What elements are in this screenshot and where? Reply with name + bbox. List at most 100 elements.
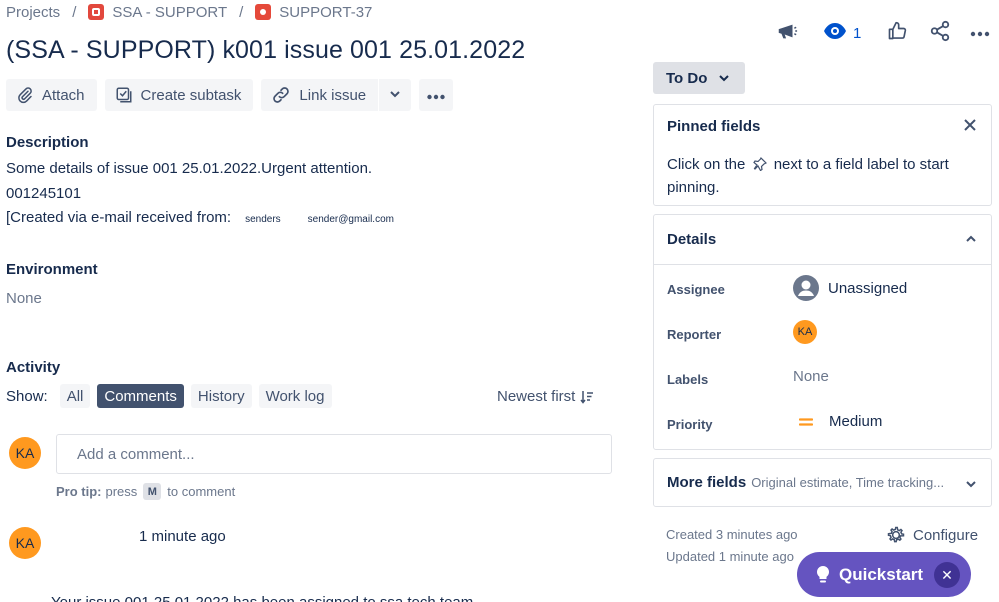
comment-timestamp[interactable]: 1 minute ago <box>139 528 226 545</box>
current-user-avatar: KA <box>9 437 41 469</box>
activity-label: Activity <box>6 359 61 376</box>
close-icon[interactable]: ✕ <box>934 562 960 588</box>
details-title: Details <box>667 231 717 248</box>
attach-button[interactable]: Attach <box>6 79 97 111</box>
pro-tip-press: press <box>105 484 138 499</box>
description-created-via: [Created via e-mail received from: <box>6 209 232 226</box>
breadcrumb-separator: / <box>72 3 77 21</box>
sort-order-button[interactable]: Newest first <box>497 388 594 405</box>
unassigned-avatar-icon <box>793 275 819 301</box>
priority-row[interactable]: Priority Medium <box>654 400 991 445</box>
pinned-fields-panel: Pinned fields Click on the next to a fie… <box>653 104 992 206</box>
status-label: To Do <box>666 69 708 87</box>
chevron-up-icon[interactable] <box>965 232 977 249</box>
labels-value[interactable]: None <box>793 368 829 385</box>
description-line-2[interactable]: 001245101 <box>6 185 81 202</box>
chevron-down-icon <box>718 72 730 84</box>
breadcrumb-project-link[interactable]: SSA - SUPPORT <box>112 4 227 21</box>
thumbs-up-icon <box>887 21 907 46</box>
issue-action-bar: Attach Create subtask Link issue <box>6 79 461 111</box>
priority-medium-icon <box>799 417 813 427</box>
more-icon <box>427 87 445 104</box>
chevron-down-icon <box>389 87 401 104</box>
labels-row[interactable]: Labels None <box>654 355 991 400</box>
breadcrumb-separator: / <box>239 3 244 21</box>
filter-comments[interactable]: Comments <box>97 384 184 408</box>
add-comment-input[interactable]: Add a comment... <box>56 434 612 474</box>
more-icon <box>970 24 990 42</box>
assignee-row[interactable]: Assignee Unassigned <box>654 265 991 310</box>
watch-button[interactable]: 1 <box>823 19 861 47</box>
breadcrumb: Projects / SSA - SUPPORT / SUPPORT-37 <box>6 3 372 21</box>
pro-tip-rest: to comment <box>167 484 236 499</box>
more-options-button[interactable] <box>970 19 990 47</box>
create-subtask-label: Create subtask <box>140 86 242 104</box>
created-timestamp: Created 3 minutes ago <box>666 527 798 542</box>
more-fields-panel[interactable]: More fields Original estimate, Time trac… <box>653 458 992 507</box>
more-actions-button[interactable] <box>419 79 454 111</box>
share-button[interactable] <box>929 19 951 47</box>
filter-history[interactable]: History <box>190 384 252 408</box>
issue-title[interactable]: (SSA - SUPPORT) k001 issue 001 25.01.202… <box>6 36 525 65</box>
link-issue-dropdown-button[interactable] <box>379 79 412 111</box>
filter-all[interactable]: All <box>59 384 91 408</box>
link-issue-button[interactable]: Link issue <box>261 79 379 111</box>
breadcrumb-projects-link[interactable]: Projects <box>6 4 60 21</box>
updated-timestamp: Updated 1 minute ago <box>666 549 794 564</box>
environment-label: Environment <box>6 261 98 278</box>
description-line-1[interactable]: Some details of issue 001 25.01.2022.Urg… <box>6 160 372 177</box>
share-icon <box>929 20 951 47</box>
paperclip-icon <box>16 86 34 104</box>
activity-filter-row: Show: All Comments History Work log <box>6 384 339 408</box>
sender-name: senders <box>245 214 281 225</box>
pro-tip-label: Pro tip: <box>56 484 102 499</box>
feedback-button[interactable] <box>776 19 798 47</box>
details-panel: Details Assignee Unassigned Reporter KA … <box>653 214 992 450</box>
quickstart-button[interactable]: Quickstart ✕ <box>797 552 971 597</box>
environment-value[interactable]: None <box>6 290 42 307</box>
show-label: Show: <box>6 387 48 405</box>
configure-label: Configure <box>913 526 979 544</box>
close-icon[interactable] <box>963 118 977 136</box>
link-issue-group: Link issue <box>261 79 412 111</box>
sort-descending-icon <box>580 390 594 404</box>
more-fields-title: More fields <box>667 474 747 491</box>
priority-label: Priority <box>667 417 713 432</box>
details-header[interactable]: Details <box>654 215 991 265</box>
eye-icon <box>823 22 847 45</box>
assignee-label: Assignee <box>667 282 725 297</box>
description-label: Description <box>6 134 89 151</box>
comment-body: Your issue 001 25.01.2022 has been assig… <box>51 594 473 602</box>
pinned-fields-header: Pinned fields <box>654 105 991 148</box>
megaphone-icon <box>776 20 798 47</box>
more-fields-header[interactable]: More fields Original estimate, Time trac… <box>654 459 991 506</box>
link-issue-label: Link issue <box>299 86 367 104</box>
description-line-3[interactable]: [Created via e-mail received from: sende… <box>6 209 394 226</box>
sender-email: sender@gmail.com <box>307 214 394 225</box>
keyboard-shortcut-key: M <box>143 483 162 500</box>
status-dropdown-button[interactable]: To Do <box>653 62 745 94</box>
reporter-label: Reporter <box>667 327 722 342</box>
breadcrumb-issue-link[interactable]: SUPPORT-37 <box>279 4 372 21</box>
priority-value[interactable]: Medium <box>799 413 882 430</box>
pinned-fields-hint: Click on the next to a field label to st… <box>654 148 991 198</box>
reporter-value[interactable]: KA <box>793 320 817 344</box>
subtask-icon <box>115 86 133 104</box>
assignee-value[interactable]: Unassigned <box>793 275 907 301</box>
vote-button[interactable] <box>887 19 907 47</box>
watch-count: 1 <box>853 24 862 42</box>
configure-button[interactable]: Configure <box>886 525 978 545</box>
create-subtask-button[interactable]: Create subtask <box>104 79 254 111</box>
pin-icon <box>752 156 767 177</box>
sort-label: Newest first <box>497 388 576 405</box>
gear-icon <box>886 525 906 545</box>
priority-name: Medium <box>829 413 883 430</box>
link-icon <box>271 85 291 105</box>
more-fields-subtitle: Original estimate, Time tracking... <box>751 475 945 490</box>
pro-tip: Pro tip: press M to comment <box>56 483 235 500</box>
reporter-avatar: KA <box>793 320 817 344</box>
filter-work-log[interactable]: Work log <box>258 384 332 408</box>
chevron-down-icon[interactable] <box>965 477 977 494</box>
attach-button-label: Attach <box>42 86 85 104</box>
reporter-row[interactable]: Reporter KA <box>654 310 991 355</box>
